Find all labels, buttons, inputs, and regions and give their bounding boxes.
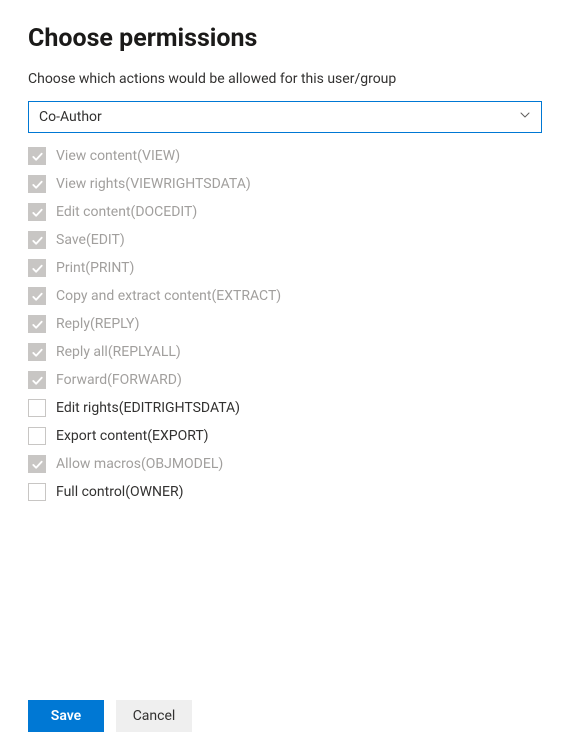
permission-label: View content(VIEW) <box>56 148 180 164</box>
permission-row: Full control(OWNER) <box>28 483 542 501</box>
check-icon <box>31 318 44 331</box>
permission-checkbox <box>28 343 46 361</box>
check-icon <box>31 206 44 219</box>
permission-row: Forward(FORWARD) <box>28 371 542 389</box>
permission-checkbox <box>28 203 46 221</box>
permission-checkbox <box>28 147 46 165</box>
permission-row: Export content(EXPORT) <box>28 427 542 445</box>
cancel-button[interactable]: Cancel <box>116 700 192 732</box>
button-bar: Save Cancel <box>28 700 192 732</box>
permission-label: Print(PRINT) <box>56 260 134 276</box>
permission-row: Allow macros(OBJMODEL) <box>28 455 542 473</box>
check-icon <box>31 458 44 471</box>
check-icon <box>31 150 44 163</box>
permission-checkbox[interactable] <box>28 483 46 501</box>
permission-label: Export content(EXPORT) <box>56 428 209 444</box>
permission-label: View rights(VIEWRIGHTSDATA) <box>56 176 251 192</box>
check-icon <box>31 374 44 387</box>
permission-row: Reply all(REPLYALL) <box>28 343 542 361</box>
save-button[interactable]: Save <box>28 700 104 732</box>
permission-label: Copy and extract content(EXTRACT) <box>56 288 281 304</box>
permission-checkbox[interactable] <box>28 427 46 445</box>
permission-row: Print(PRINT) <box>28 259 542 277</box>
permission-checkbox <box>28 231 46 249</box>
check-icon <box>31 234 44 247</box>
permission-label: Reply all(REPLYALL) <box>56 344 181 360</box>
permissions-list: View content(VIEW) View rights(VIEWRIGHTS… <box>28 147 542 501</box>
page-title: Choose permissions <box>28 24 542 53</box>
permission-label: Save(EDIT) <box>56 232 125 248</box>
check-icon <box>31 290 44 303</box>
permission-checkbox <box>28 175 46 193</box>
permission-row: Reply(REPLY) <box>28 315 542 333</box>
permission-label: Edit rights(EDITRIGHTSDATA) <box>56 400 240 416</box>
permission-row: Save(EDIT) <box>28 231 542 249</box>
permission-preset-dropdown[interactable]: Co-Author <box>28 101 542 133</box>
permission-label: Reply(REPLY) <box>56 316 139 332</box>
permission-row: View rights(VIEWRIGHTSDATA) <box>28 175 542 193</box>
permission-label: Full control(OWNER) <box>56 484 184 500</box>
permission-label: Forward(FORWARD) <box>56 372 182 388</box>
chevron-down-icon <box>519 109 531 125</box>
check-icon <box>31 346 44 359</box>
permission-row: Copy and extract content(EXTRACT) <box>28 287 542 305</box>
check-icon <box>31 178 44 191</box>
permission-checkbox <box>28 315 46 333</box>
page-subtitle: Choose which actions would be allowed fo… <box>28 71 542 87</box>
permission-checkbox <box>28 259 46 277</box>
permission-row: Edit rights(EDITRIGHTSDATA) <box>28 399 542 417</box>
permission-checkbox <box>28 287 46 305</box>
permission-checkbox[interactable] <box>28 399 46 417</box>
permission-checkbox <box>28 455 46 473</box>
dropdown-selected-value: Co-Author <box>39 109 102 125</box>
permission-label: Allow macros(OBJMODEL) <box>56 456 223 472</box>
permission-row: Edit content(DOCEDIT) <box>28 203 542 221</box>
permission-label: Edit content(DOCEDIT) <box>56 204 197 220</box>
permission-checkbox <box>28 371 46 389</box>
check-icon <box>31 262 44 275</box>
permission-row: View content(VIEW) <box>28 147 542 165</box>
